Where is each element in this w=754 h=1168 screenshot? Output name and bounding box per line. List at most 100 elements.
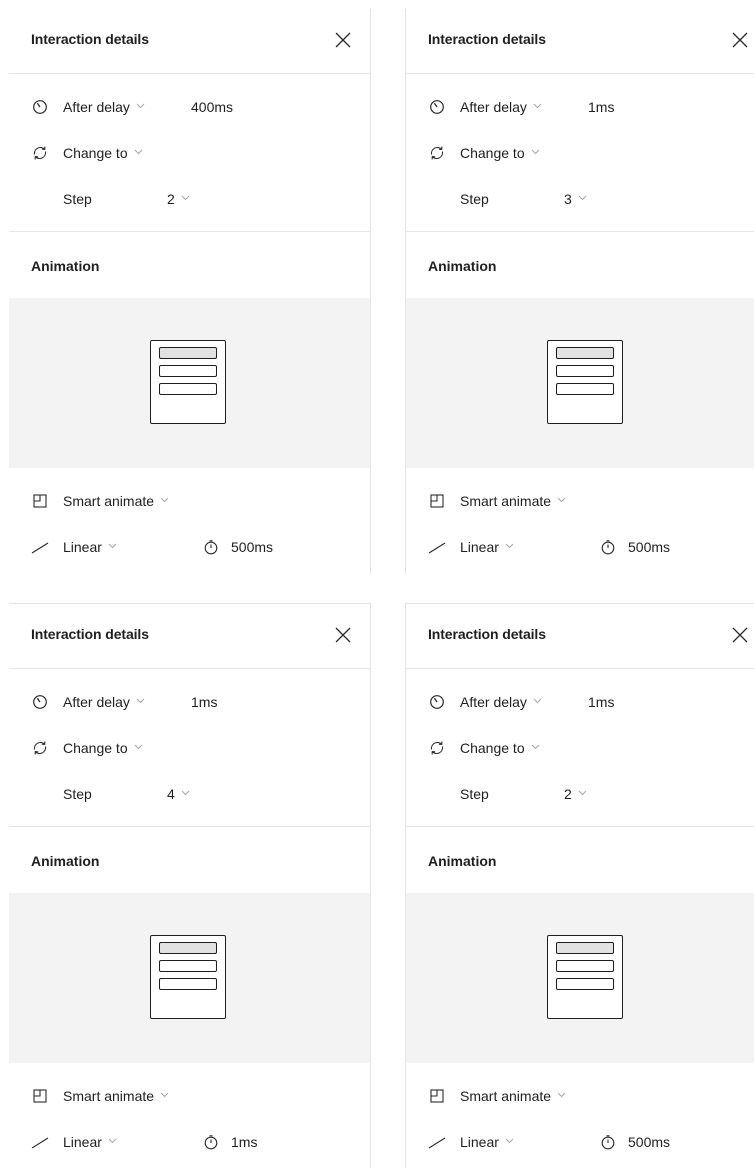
easing-dropdown[interactable]: Linear [63, 1134, 117, 1150]
animation-type-row[interactable]: Smart animate [9, 491, 370, 511]
action-dropdown[interactable]: Change to [460, 145, 540, 161]
animation-type-dropdown[interactable]: Smart animate [460, 1088, 566, 1104]
step-dropdown[interactable]: 3 [564, 191, 587, 207]
step-dropdown[interactable]: 4 [167, 786, 190, 802]
action-row[interactable]: Change to [406, 143, 754, 163]
preview-bar [556, 347, 614, 359]
action-dropdown[interactable]: Change to [460, 740, 540, 756]
trigger-dropdown[interactable]: After delay [460, 694, 542, 710]
trigger-row[interactable]: After delay 400ms [9, 97, 370, 117]
trigger-label: After delay [63, 694, 130, 710]
animation-type-dropdown[interactable]: Smart animate [63, 493, 169, 509]
linear-curve-icon [428, 1133, 446, 1151]
step-row: Step 3 [406, 189, 754, 209]
preview-bar [556, 960, 614, 972]
preview-bar [556, 978, 614, 990]
trigger-dropdown[interactable]: After delay [460, 99, 542, 115]
close-button[interactable] [731, 31, 749, 49]
animation-type-row[interactable]: Smart animate [406, 1086, 754, 1106]
animation-section-title: Animation [31, 258, 100, 274]
easing-label: Linear [63, 539, 102, 555]
delay-input[interactable]: 1ms [588, 99, 614, 115]
panel-title: Interaction details [428, 31, 546, 47]
change-to-icon [428, 739, 446, 757]
preview-bar [159, 960, 217, 972]
chevron-down-icon [531, 742, 540, 751]
stopwatch-icon [599, 538, 617, 556]
easing-row[interactable]: Linear 1ms [9, 1132, 370, 1152]
easing-label: Linear [460, 539, 499, 555]
divider [9, 231, 370, 232]
trigger-label: After delay [460, 99, 527, 115]
chevron-down-icon [557, 495, 566, 504]
step-dropdown[interactable]: 2 [564, 786, 587, 802]
linear-curve-icon [428, 538, 446, 556]
close-icon [335, 32, 351, 48]
chevron-down-icon [160, 1090, 169, 1099]
chevron-down-icon [134, 147, 143, 156]
trigger-dropdown[interactable]: After delay [63, 99, 145, 115]
close-button[interactable] [334, 31, 352, 49]
step-value: 4 [167, 786, 175, 802]
stopwatch-icon [599, 1133, 617, 1151]
easing-dropdown[interactable]: Linear [460, 1134, 514, 1150]
duration-input[interactable]: 500ms [628, 1134, 670, 1150]
trigger-label: After delay [460, 694, 527, 710]
panel-title: Interaction details [31, 626, 149, 642]
chevron-down-icon [136, 101, 145, 110]
action-row[interactable]: Change to [406, 738, 754, 758]
chevron-down-icon [557, 1090, 566, 1099]
step-row: Step 2 [406, 784, 754, 804]
trigger-row[interactable]: After delay 1ms [406, 97, 754, 117]
panel-title: Interaction details [428, 626, 546, 642]
animation-type-dropdown[interactable]: Smart animate [63, 1088, 169, 1104]
action-dropdown[interactable]: Change to [63, 145, 143, 161]
close-button[interactable] [731, 626, 749, 644]
delay-input[interactable]: 400ms [191, 99, 233, 115]
step-value: 2 [564, 786, 572, 802]
easing-row[interactable]: Linear 500ms [406, 1132, 754, 1152]
panel-header: Interaction details [9, 9, 370, 74]
step-dropdown[interactable]: 2 [167, 191, 190, 207]
duration-input[interactable]: 1ms [231, 1134, 257, 1150]
easing-dropdown[interactable]: Linear [63, 539, 117, 555]
easing-dropdown[interactable]: Linear [460, 539, 514, 555]
delay-input[interactable]: 1ms [191, 694, 217, 710]
animation-type-row[interactable]: Smart animate [406, 491, 754, 511]
animation-type-row[interactable]: Smart animate [9, 1086, 370, 1106]
animation-section-title: Animation [428, 853, 497, 869]
animation-preview [9, 893, 370, 1063]
close-button[interactable] [334, 626, 352, 644]
preview-bar [159, 942, 217, 954]
chevron-down-icon [578, 193, 587, 202]
chevron-down-icon [533, 101, 542, 110]
timer-icon [31, 693, 49, 711]
timer-icon [428, 693, 446, 711]
action-row[interactable]: Change to [9, 738, 370, 758]
smart-animate-icon [428, 492, 446, 510]
action-label: Change to [63, 145, 128, 161]
trigger-dropdown[interactable]: After delay [63, 694, 145, 710]
easing-row[interactable]: Linear 500ms [406, 537, 754, 557]
chevron-down-icon [108, 1136, 117, 1145]
action-row[interactable]: Change to [9, 143, 370, 163]
delay-input[interactable]: 1ms [588, 694, 614, 710]
action-dropdown[interactable]: Change to [63, 740, 143, 756]
chevron-down-icon [181, 788, 190, 797]
duration-input[interactable]: 500ms [628, 539, 670, 555]
change-to-icon [31, 739, 49, 757]
divider [406, 231, 754, 232]
device-preview [150, 935, 226, 1019]
trigger-row[interactable]: After delay 1ms [9, 692, 370, 712]
trigger-row[interactable]: After delay 1ms [406, 692, 754, 712]
interaction-details-panel: Interaction details After delay 1ms Chan… [405, 603, 754, 1168]
preview-bar [159, 383, 217, 395]
animation-type-dropdown[interactable]: Smart animate [460, 493, 566, 509]
action-label: Change to [460, 145, 525, 161]
trigger-label: After delay [63, 99, 130, 115]
preview-bar [159, 978, 217, 990]
easing-row[interactable]: Linear 500ms [9, 537, 370, 557]
duration-input[interactable]: 500ms [231, 539, 273, 555]
chevron-down-icon [160, 495, 169, 504]
smart-animate-icon [31, 1087, 49, 1105]
